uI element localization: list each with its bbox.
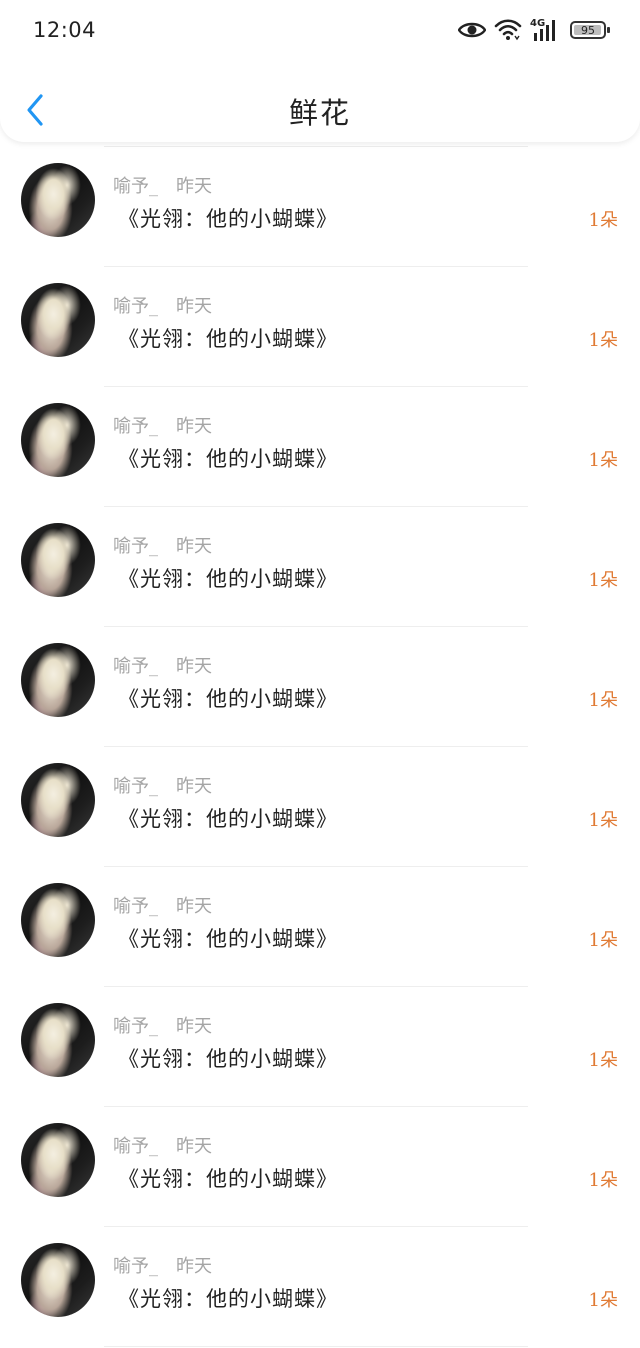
username: 喻予_ xyxy=(113,656,158,677)
username: 喻予_ xyxy=(113,1016,158,1037)
item-meta: 喻予_ 昨天 xyxy=(113,292,212,318)
status-icons: 4G 95 xyxy=(458,16,610,44)
divider xyxy=(104,1226,528,1227)
avatar[interactable] xyxy=(21,883,95,957)
status-time: 12:04 xyxy=(33,18,97,42)
list-item[interactable]: 喻予_ 昨天《光翎：他的小蝴蝶》 1朵 xyxy=(0,748,640,868)
list-item[interactable]: 喻予_ 昨天《光翎：他的小蝴蝶》 1朵 xyxy=(0,628,640,748)
item-meta: 喻予_ 昨天 xyxy=(113,172,212,198)
timestamp: 昨天 xyxy=(176,1016,212,1037)
flower-count: 1朵 xyxy=(588,210,618,231)
item-meta: 喻予_ 昨天 xyxy=(113,892,212,918)
status-bar: 12:04 4G 95 xyxy=(0,0,640,62)
book-title: 《光翎：他的小蝴蝶》 xyxy=(118,1047,338,1071)
timestamp: 昨天 xyxy=(176,1136,212,1157)
network-type-label: 4G xyxy=(530,18,545,29)
book-title: 《光翎：他的小蝴蝶》 xyxy=(118,687,338,711)
divider xyxy=(104,506,528,507)
list-item[interactable]: 喻予_ 昨天《光翎：他的小蝴蝶》 1朵 xyxy=(0,148,640,268)
list-item[interactable]: 喻予_ 昨天《光翎：他的小蝴蝶》 1朵 xyxy=(0,868,640,988)
avatar[interactable] xyxy=(21,523,95,597)
item-meta: 喻予_ 昨天 xyxy=(113,532,212,558)
username: 喻予_ xyxy=(113,896,158,917)
item-meta: 喻予_ 昨天 xyxy=(113,1012,212,1038)
flower-count: 1朵 xyxy=(588,1050,618,1071)
book-title: 《光翎：他的小蝴蝶》 xyxy=(118,327,338,351)
divider xyxy=(104,1106,528,1107)
timestamp: 昨天 xyxy=(176,536,212,557)
divider xyxy=(104,1346,528,1347)
item-meta: 喻予_ 昨天 xyxy=(113,1252,212,1278)
divider xyxy=(104,386,528,387)
book-title: 《光翎：他的小蝴蝶》 xyxy=(118,927,338,951)
username: 喻予_ xyxy=(113,536,158,557)
avatar[interactable] xyxy=(21,163,95,237)
signal-icon: 4G xyxy=(530,18,555,41)
divider xyxy=(104,986,528,987)
avatar[interactable] xyxy=(21,1243,95,1317)
timestamp: 昨天 xyxy=(176,1256,212,1277)
book-title: 《光翎：他的小蝴蝶》 xyxy=(118,447,338,471)
list-item[interactable]: 喻予_ 昨天《光翎：他的小蝴蝶》 1朵 xyxy=(0,1108,640,1228)
gift-list: 喻予_ 昨天 《光翎：他的小蝴蝶》 1朵 喻予_ 昨天 《光翎：他的小蝴蝶》 1朵 喻予_ 昨天《… xyxy=(0,0,640,1347)
flower-count: 1朵 xyxy=(588,930,618,951)
battery-tip xyxy=(607,27,610,33)
list-item[interactable]: 喻予_ 昨天《光翎：他的小蝴蝶》 1朵 xyxy=(0,1228,640,1348)
username: 喻予_ xyxy=(113,1136,158,1157)
timestamp: 昨天 xyxy=(176,296,212,317)
flower-count: 1朵 xyxy=(588,450,618,471)
page-title: 鲜花 xyxy=(288,96,351,130)
username: 喻予_ xyxy=(113,1256,158,1277)
flower-count: 1朵 xyxy=(588,1290,618,1311)
list-item[interactable]: 喻予_ 昨天《光翎：他的小蝴蝶》 1朵 xyxy=(0,388,640,508)
book-title: 《光翎：他的小蝴蝶》 xyxy=(118,1167,338,1191)
flower-count: 1朵 xyxy=(588,690,618,711)
timestamp: 昨天 xyxy=(176,416,212,437)
book-title: 《光翎：他的小蝴蝶》 xyxy=(118,1287,338,1311)
avatar[interactable] xyxy=(21,283,95,357)
divider xyxy=(104,746,528,747)
book-title: 《光翎：他的小蝴蝶》 xyxy=(118,807,338,831)
avatar[interactable] xyxy=(21,763,95,837)
divider xyxy=(104,146,528,147)
timestamp: 昨天 xyxy=(176,176,212,197)
book-title: 《光翎：他的小蝴蝶》 xyxy=(118,207,338,231)
username: 喻予_ xyxy=(113,416,158,437)
timestamp: 昨天 xyxy=(176,776,212,797)
list-item[interactable]: 喻予_ 昨天《光翎：他的小蝴蝶》 1朵 xyxy=(0,268,640,388)
wifi-icon xyxy=(494,19,522,41)
divider xyxy=(104,866,528,867)
avatar[interactable] xyxy=(21,643,95,717)
item-meta: 喻予_ 昨天 xyxy=(113,1132,212,1158)
username: 喻予_ xyxy=(113,176,158,197)
timestamp: 昨天 xyxy=(176,656,212,677)
item-meta: 喻予_ 昨天 xyxy=(113,772,212,798)
item-meta: 喻予_ 昨天 xyxy=(113,652,212,678)
avatar[interactable] xyxy=(21,1123,95,1197)
battery-icon: 95 xyxy=(570,21,610,39)
divider xyxy=(104,266,528,267)
list-item[interactable]: 喻予_ 昨天《光翎：他的小蝴蝶》 1朵 xyxy=(0,988,640,1108)
eye-icon xyxy=(458,22,486,38)
divider xyxy=(104,626,528,627)
timestamp: 昨天 xyxy=(176,896,212,917)
flower-count: 1朵 xyxy=(588,570,618,591)
avatar[interactable] xyxy=(21,1003,95,1077)
username: 喻予_ xyxy=(113,296,158,317)
battery-level: 95 xyxy=(581,23,595,37)
book-title: 《光翎：他的小蝴蝶》 xyxy=(118,567,338,591)
flower-count: 1朵 xyxy=(588,330,618,351)
username: 喻予_ xyxy=(113,776,158,797)
flower-count: 1朵 xyxy=(588,1170,618,1191)
item-meta: 喻予_ 昨天 xyxy=(113,412,212,438)
list-item[interactable]: 喻予_ 昨天《光翎：他的小蝴蝶》 1朵 xyxy=(0,508,640,628)
avatar[interactable] xyxy=(21,403,95,477)
flower-count: 1朵 xyxy=(588,810,618,831)
